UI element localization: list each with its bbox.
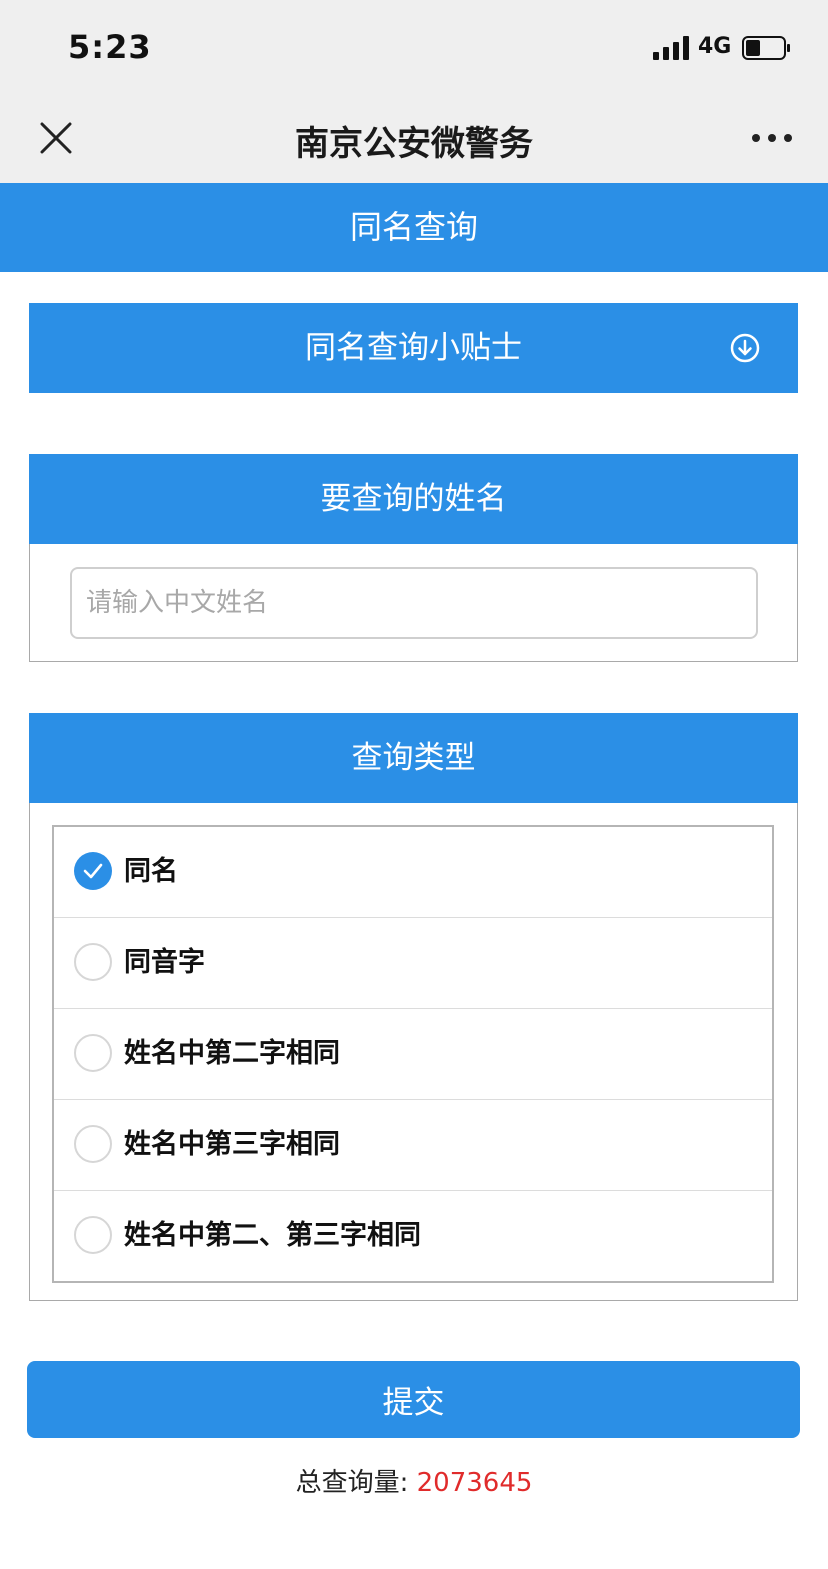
option-label: 同音字: [124, 947, 205, 978]
radio-checked-icon[interactable]: [74, 852, 112, 890]
network-type: 4G: [698, 34, 732, 59]
tips-toggle[interactable]: 同名查询小贴士: [29, 303, 798, 393]
circle-arrow-down-icon: [730, 333, 760, 363]
total-count-label: 总查询量:: [295, 1468, 409, 1498]
name-input[interactable]: [70, 567, 758, 639]
radio-unchecked-icon[interactable]: [74, 943, 112, 981]
query-type-option[interactable]: 姓名中第二字相同: [54, 1009, 772, 1100]
submit-button[interactable]: 提交: [27, 1361, 800, 1438]
tips-label: 同名查询小贴士: [305, 330, 522, 366]
name-section: 要查询的姓名: [29, 454, 798, 662]
option-label: 同名: [124, 856, 178, 887]
signal-bars-icon: [653, 36, 689, 60]
query-type-option[interactable]: 姓名中第二、第三字相同: [54, 1191, 772, 1281]
status-time: 5:23: [68, 28, 152, 66]
query-type-options: 同名 同音字 姓名中第二字相同 姓名中第三字相同 姓名中第二、第三字相同: [52, 825, 774, 1283]
query-type-option[interactable]: 姓名中第三字相同: [54, 1100, 772, 1191]
more-dots-icon[interactable]: [750, 130, 794, 146]
status-bar: 5:23 4G: [0, 0, 828, 96]
radio-unchecked-icon[interactable]: [74, 1034, 112, 1072]
total-count-value: 2073645: [416, 1468, 533, 1498]
option-label: 姓名中第三字相同: [124, 1129, 340, 1160]
query-type-option[interactable]: 同音字: [54, 918, 772, 1009]
option-label: 姓名中第二、第三字相同: [124, 1220, 421, 1251]
name-section-header: 要查询的姓名: [29, 454, 798, 544]
query-type-section: 查询类型 同名 同音字 姓名中第二字相同 姓名中第三字相同 姓名中第二、第三字相…: [29, 713, 798, 1301]
total-query-count: 总查询量: 2073645: [0, 1462, 828, 1499]
radio-unchecked-icon[interactable]: [74, 1125, 112, 1163]
page-title: 同名查询: [0, 183, 828, 272]
battery-icon: [742, 36, 790, 60]
nav-title: 南京公安微警务: [295, 124, 533, 164]
query-type-header: 查询类型: [29, 713, 798, 803]
nav-bar: 南京公安微警务: [0, 96, 828, 183]
radio-unchecked-icon[interactable]: [74, 1216, 112, 1254]
query-type-option[interactable]: 同名: [54, 827, 772, 918]
option-label: 姓名中第二字相同: [124, 1038, 340, 1069]
